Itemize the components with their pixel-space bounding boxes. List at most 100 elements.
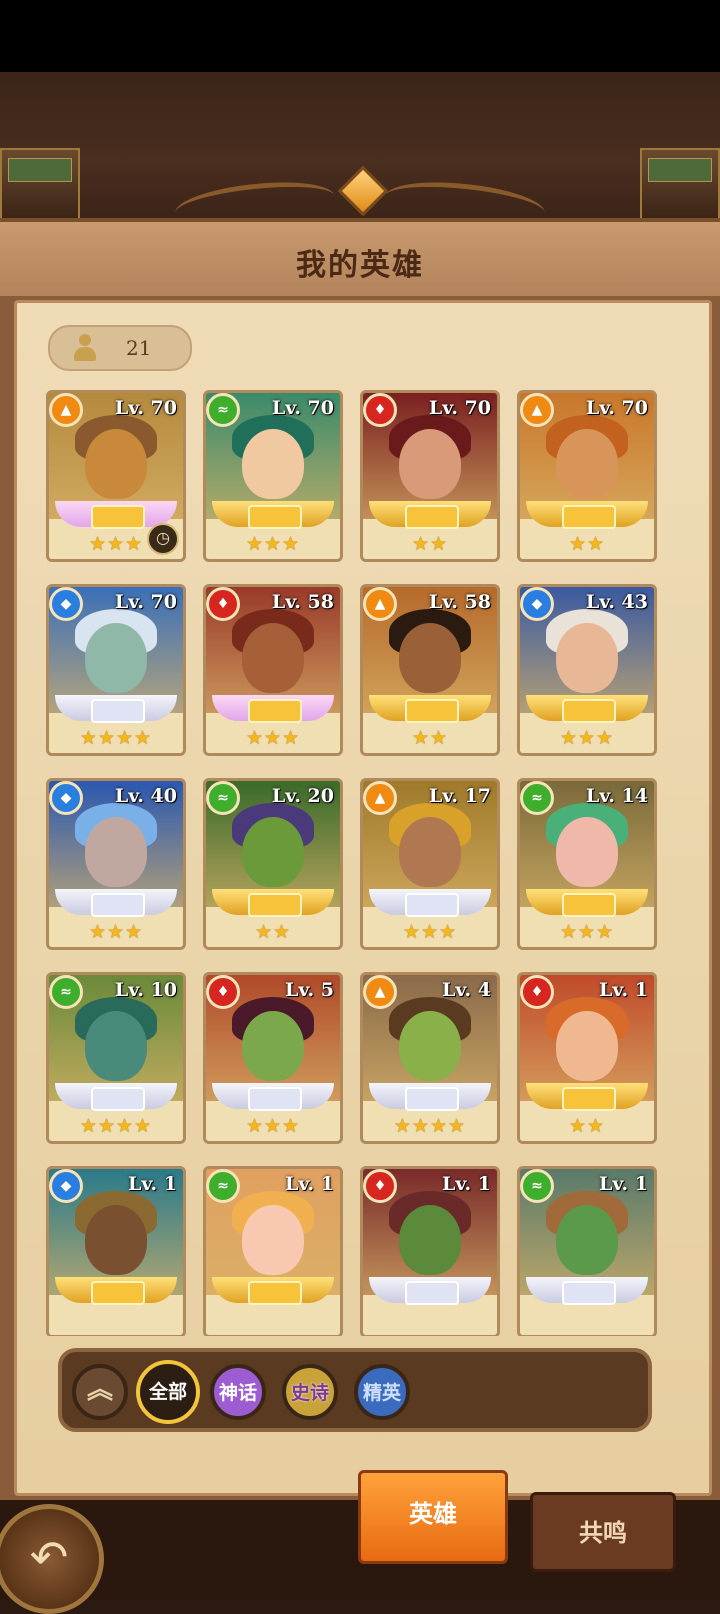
hero-count: 21 (126, 336, 152, 360)
collapse-filter-button[interactable]: ︽ (72, 1364, 128, 1420)
star-rating: ★★★★ (79, 727, 153, 749)
hero-level: Lv. 10 (114, 979, 177, 1001)
water-element-icon: ◆ (49, 1169, 83, 1203)
wind-element-icon: ≈ (520, 1169, 554, 1203)
earth-element-icon: ▲ (363, 781, 397, 815)
status-bar (0, 0, 720, 72)
star-rating: ★★★ (245, 533, 301, 555)
wind-element-icon: ≈ (49, 975, 83, 1009)
hero-face (242, 429, 304, 499)
hero-card[interactable]: Lv. 1 ≈ (517, 1166, 657, 1336)
hero-card[interactable]: Lv. 70 ◆ ★★★★ (46, 584, 186, 756)
hero-level: Lv. 43 (585, 591, 648, 613)
rank-badge-icon (562, 1281, 616, 1305)
hero-card[interactable]: Lv. 20 ≈ ★★ (203, 778, 343, 950)
hero-card[interactable]: Lv. 58 ▲ ★★ (360, 584, 500, 756)
hero-face (399, 1011, 461, 1081)
hero-face (556, 817, 618, 887)
hero-card[interactable]: Lv. 14 ≈ ★★★ (517, 778, 657, 950)
rank-badge-icon (91, 1281, 145, 1305)
rank-badge-icon (248, 699, 302, 723)
hero-card[interactable]: Lv. 40 ◆ ★★★ (46, 778, 186, 950)
rank-badge-icon (248, 893, 302, 917)
hero-level: Lv. 70 (428, 397, 491, 419)
fire-element-icon: ♦ (206, 975, 240, 1009)
hero-card[interactable]: Lv. 70 ▲ ★★★ ◷ (46, 390, 186, 562)
rank-badge-icon (405, 1281, 459, 1305)
fire-element-icon: ♦ (363, 1169, 397, 1203)
hero-level: Lv. 14 (585, 785, 648, 807)
rank-badge-icon (91, 1087, 145, 1111)
title-bar: 我的英雄 (0, 218, 720, 304)
hero-face (85, 1205, 147, 1275)
hero-card[interactable]: Lv. 5 ♦ ★★★ (203, 972, 343, 1144)
star-rating: ★★★ (402, 921, 458, 943)
wind-element-icon: ≈ (206, 393, 240, 427)
hero-level: Lv. 4 (442, 979, 491, 1001)
rank-badge-icon (248, 1281, 302, 1305)
star-rating: ★★★ (559, 727, 615, 749)
hero-card[interactable]: Lv. 70 ♦ ★★ (360, 390, 500, 562)
hero-card[interactable]: Lv. 70 ▲ ★★ (517, 390, 657, 562)
star-rating: ★★★ (88, 921, 144, 943)
hero-count-pill: 21 (48, 325, 192, 371)
hero-face (399, 429, 461, 499)
hero-card[interactable]: Lv. 58 ♦ ★★★ (203, 584, 343, 756)
rank-badge-icon (562, 893, 616, 917)
filter-all-button[interactable]: 全部 (136, 1360, 200, 1424)
wind-element-icon: ≈ (206, 781, 240, 815)
rank-badge-icon (405, 1087, 459, 1111)
hero-face (85, 817, 147, 887)
hero-level: Lv. 5 (285, 979, 334, 1001)
filter-epic-button[interactable]: 史诗 (282, 1364, 338, 1420)
tab-heroes[interactable]: 英雄 (358, 1470, 508, 1564)
filter-bar: ︽ 全部 神话 史诗 精英 (58, 1348, 652, 1432)
hero-card[interactable]: Lv. 43 ◆ ★★★ (517, 584, 657, 756)
hero-card[interactable]: Lv. 1 ♦ ★★ (517, 972, 657, 1144)
hero-face (399, 817, 461, 887)
rank-badge-icon (562, 699, 616, 723)
water-element-icon: ◆ (49, 781, 83, 815)
water-element-icon: ◆ (520, 587, 554, 621)
earth-element-icon: ▲ (49, 393, 83, 427)
hero-face (242, 623, 304, 693)
hero-face (556, 623, 618, 693)
star-rating: ★★ (568, 1115, 606, 1137)
star-rating: ★★ (411, 727, 449, 749)
hero-level: Lv. 20 (271, 785, 334, 807)
hero-card[interactable]: Lv. 4 ▲ ★★★★ (360, 972, 500, 1144)
hero-face (556, 1205, 618, 1275)
star-rating: ★★★ (245, 1115, 301, 1137)
left-pillar-decoration (0, 148, 80, 222)
hero-card[interactable]: Lv. 1 ♦ (360, 1166, 500, 1336)
wind-element-icon: ≈ (520, 781, 554, 815)
rank-badge-icon (248, 505, 302, 529)
hero-card[interactable]: Lv. 17 ▲ ★★★ (360, 778, 500, 950)
hero-level: Lv. 70 (585, 397, 648, 419)
tab-resonance[interactable]: 共鸣 (530, 1492, 676, 1572)
hero-face (242, 817, 304, 887)
hero-level: Lv. 1 (599, 979, 648, 1001)
hero-level: Lv. 58 (271, 591, 334, 613)
hero-card[interactable]: Lv. 10 ≈ ★★★★ (46, 972, 186, 1144)
fire-element-icon: ♦ (520, 975, 554, 1009)
rank-badge-icon (405, 699, 459, 723)
star-rating: ★★★★ (393, 1115, 467, 1137)
star-rating: ★★ (568, 533, 606, 555)
rank-badge-icon (562, 1087, 616, 1111)
page-title: 我的英雄 (296, 248, 424, 283)
hero-card[interactable]: Lv. 1 ≈ (203, 1166, 343, 1336)
hero-level: Lv. 1 (442, 1173, 491, 1195)
earth-element-icon: ▲ (363, 975, 397, 1009)
hero-face (242, 1205, 304, 1275)
filter-elite-button[interactable]: 精英 (354, 1364, 410, 1420)
star-rating: ★★ (411, 533, 449, 555)
hero-card[interactable]: Lv. 1 ◆ (46, 1166, 186, 1336)
rank-badge-icon (562, 505, 616, 529)
right-pillar-decoration (640, 148, 720, 222)
hero-level: Lv. 1 (128, 1173, 177, 1195)
hero-card[interactable]: Lv. 70 ≈ ★★★ (203, 390, 343, 562)
hero-face (556, 429, 618, 499)
filter-myth-button[interactable]: 神话 (210, 1364, 266, 1420)
rank-badge-icon (248, 1087, 302, 1111)
